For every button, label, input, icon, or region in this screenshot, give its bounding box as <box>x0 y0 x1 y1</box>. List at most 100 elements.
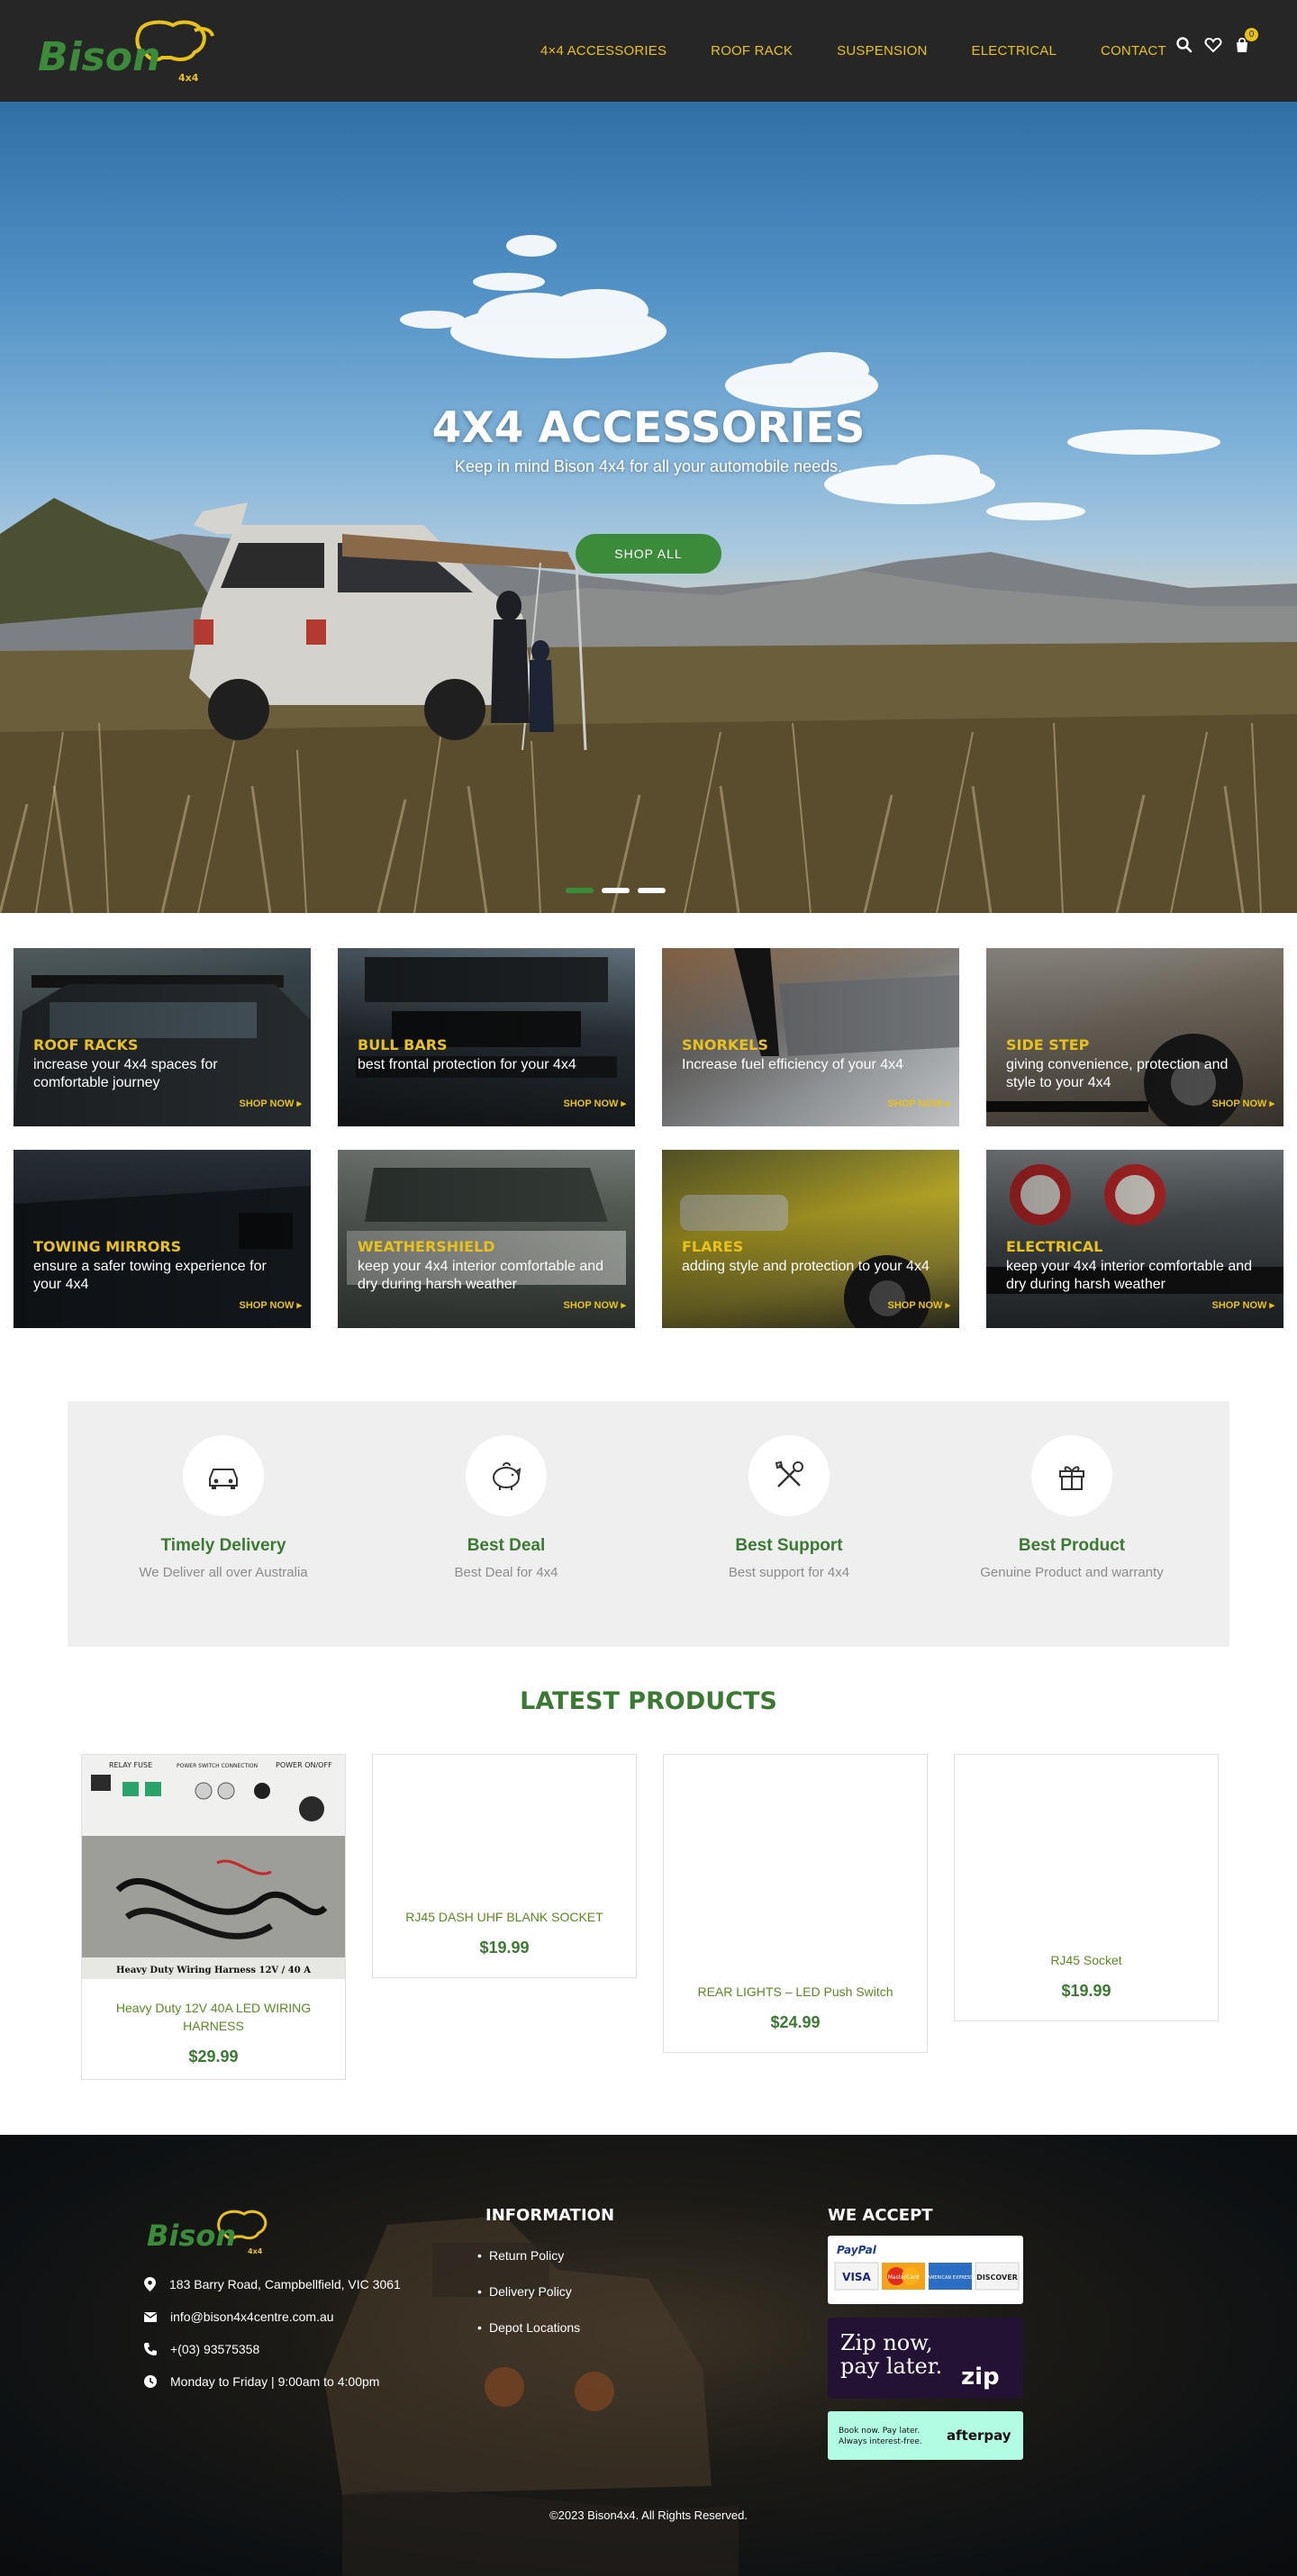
shop-now-link[interactable]: SHOP NOW ▸ <box>240 1299 303 1311</box>
phone-icon <box>144 2343 157 2355</box>
nav-electrical[interactable]: ELECTRICAL <box>972 43 1057 59</box>
category-roof-racks[interactable]: ROOF RACKS increase your 4x4 spaces for … <box>14 948 311 1126</box>
image-label-onoff: POWER ON/OFF <box>276 1761 332 1769</box>
product-price: $19.99 <box>479 1939 530 1957</box>
category-title: SIDE STEP <box>1006 1036 1090 1053</box>
slider-dots <box>566 888 666 893</box>
discover-text: DISCOVER <box>976 2273 1018 2282</box>
feature-timely-delivery: Timely Delivery We Deliver all over Aust… <box>111 1435 336 1580</box>
feature-best-support: Best Support Best support for 4x4 <box>676 1435 902 1580</box>
hero-title: 4X4 ACCESSORIES <box>431 403 866 453</box>
product-image: RELAY FUSE POWER SWITCH CONNECTION POWER… <box>82 1755 345 1979</box>
feature-best-product: Best Product Genuine Product and warrant… <box>959 1435 1184 1580</box>
svg-text:4x4: 4x4 <box>178 72 199 84</box>
hours-text: Monday to Friday | 9:00am to 4:00pm <box>170 2374 380 2389</box>
feature-subtitle: Best support for 4x4 <box>728 1565 850 1580</box>
product-name[interactable]: REAR LIGHTS – LED Push Switch <box>664 1983 927 2001</box>
hero-background-image <box>0 235 1297 913</box>
features-strip: Timely Delivery We Deliver all over Aust… <box>68 1401 1229 1647</box>
product-card[interactable]: REAR LIGHTS – LED Push Switch $24.99 <box>663 1754 928 2053</box>
footer-link-depot-locations[interactable]: Depot Locations <box>477 2320 580 2335</box>
cart-button[interactable]: 0 <box>1233 28 1258 54</box>
shop-all-button[interactable]: SHOP ALL <box>576 534 721 574</box>
cart-count-badge: 0 <box>1245 28 1258 41</box>
copyright-text: ©2023 Bison4x4. All Rights Reserved. <box>549 2508 748 2522</box>
phone-text[interactable]: +(03) 93575358 <box>170 2342 259 2356</box>
shop-now-link[interactable]: SHOP NOW ▸ <box>1212 1098 1275 1109</box>
category-title: ROOF RACKS <box>33 1036 139 1053</box>
svg-text:4x4: 4x4 <box>248 2247 263 2255</box>
category-electrical[interactable]: ELECTRICAL keep your 4x4 interior comfor… <box>986 1150 1283 1328</box>
category-desc: best frontal protection for your 4x4 <box>358 1057 576 1072</box>
category-flares[interactable]: FLARES adding style and protection to yo… <box>662 1150 959 1328</box>
main-nav: 4×4 ACCESSORIES ROOF RACK SUSPENSION ELE… <box>540 0 1211 102</box>
shop-now-link[interactable]: SHOP NOW ▸ <box>888 1098 951 1109</box>
map-pin-icon <box>144 2277 156 2291</box>
image-label-power: POWER SWITCH CONNECTION <box>177 1763 258 1769</box>
category-title: TOWING MIRRORS <box>33 1238 182 1255</box>
nav-suspension[interactable]: SUSPENSION <box>837 43 927 59</box>
product-name[interactable]: RJ45 Socket <box>955 1951 1218 1969</box>
feature-icon-circle <box>466 1435 547 1516</box>
site-footer: Bison 4x4 183 Barry Road, Campbellfield,… <box>0 2135 1297 2576</box>
search-icon[interactable] <box>1175 36 1193 54</box>
shop-now-link[interactable]: SHOP NOW ▸ <box>888 1299 951 1311</box>
feature-subtitle: Best Deal for 4x4 <box>454 1565 558 1580</box>
heart-icon[interactable] <box>1204 36 1222 54</box>
category-desc: increase your 4x4 spaces for comfortable… <box>33 1057 218 1090</box>
footer-address: 183 Barry Road, Campbellfield, VIC 3061 <box>144 2277 401 2291</box>
visa-text: VISA <box>842 2271 871 2283</box>
product-name[interactable]: Heavy Duty 12V 40A LED WIRING HARNESS <box>82 1999 345 2035</box>
category-title: SNORKELS <box>682 1036 768 1053</box>
category-side-step[interactable]: SIDE STEP giving convenience, protection… <box>986 948 1283 1126</box>
footer-bison-logo[interactable]: Bison 4x4 <box>147 2209 282 2257</box>
shop-now-link[interactable]: SHOP NOW ▸ <box>240 1098 303 1109</box>
feature-title: Best Product <box>1018 1536 1126 1555</box>
category-bull-bars[interactable]: BULL BARS best frontal protection for yo… <box>338 948 635 1126</box>
afterpay-line-2: Always interest-free. <box>839 2437 922 2446</box>
category-title: WEATHERSHIELD <box>358 1238 495 1255</box>
product-price: $24.99 <box>770 2013 821 2031</box>
feature-icon-circle <box>748 1435 830 1516</box>
shop-now-link[interactable]: SHOP NOW ▸ <box>1212 1299 1275 1311</box>
image-label-relay: RELAY FUSE <box>109 1761 152 1769</box>
category-towing-mirrors[interactable]: TOWING MIRRORS ensure a safer towing exp… <box>14 1150 311 1328</box>
bison-logo[interactable]: Bison 4x4 <box>36 18 227 86</box>
footer-phone[interactable]: +(03) 93575358 <box>144 2342 259 2356</box>
slider-dot-1[interactable] <box>566 888 594 893</box>
product-card[interactable]: RJ45 Socket $19.99 <box>954 1754 1219 2021</box>
car-icon <box>209 1469 238 1489</box>
mastercard-text: MasterCard <box>888 2274 920 2281</box>
product-name[interactable]: RJ45 DASH UHF BLANK SOCKET <box>373 1908 636 1926</box>
envelope-icon <box>144 2311 157 2322</box>
product-card[interactable]: RELAY FUSE POWER SWITCH CONNECTION POWER… <box>81 1754 346 2080</box>
feature-best-deal: Best Deal Best Deal for 4x4 <box>394 1435 619 1580</box>
svg-text:Bison: Bison <box>147 2219 236 2253</box>
category-weathershield[interactable]: WEATHERSHIELD keep your 4x4 interior com… <box>338 1150 635 1328</box>
zip-brand: zip <box>961 2364 1000 2391</box>
product-card[interactable]: RJ45 DASH UHF BLANK SOCKET $19.99 <box>372 1754 637 1978</box>
piggy-bank-icon <box>493 1462 522 1490</box>
footer-link-return-policy[interactable]: Return Policy <box>477 2248 564 2263</box>
category-snorkels[interactable]: SNORKELS Increase fuel efficiency of you… <box>662 948 959 1126</box>
hero-subtitle: Keep in mind Bison 4x4 for all your auto… <box>454 457 843 475</box>
afterpay-brand: afterpay <box>947 2427 1011 2444</box>
shop-now-link[interactable]: SHOP NOW ▸ <box>564 1299 627 1311</box>
shop-now-link[interactable]: SHOP NOW ▸ <box>564 1098 627 1109</box>
site-header: Bison 4x4 4×4 ACCESSORIES ROOF RACK SUSP… <box>0 0 1297 102</box>
footer-email[interactable]: info@bison4x4centre.com.au <box>144 2309 334 2324</box>
category-desc: Increase fuel efficiency of your 4x4 <box>682 1057 904 1072</box>
product-image-placeholder <box>955 1755 1218 1951</box>
nav-roof-rack[interactable]: ROOF RACK <box>711 43 793 59</box>
header-icons: 0 <box>1175 28 1258 54</box>
afterpay-line-1: Book now. Pay later. <box>839 2427 920 2436</box>
nav-accessories[interactable]: 4×4 ACCESSORIES <box>540 43 667 59</box>
slider-dot-2[interactable] <box>602 888 630 893</box>
nav-contact[interactable]: CONTACT <box>1101 43 1166 59</box>
email-text[interactable]: info@bison4x4centre.com.au <box>170 2309 334 2324</box>
paypal-cards-badge: PayPal VISA MasterCard AMERICAN EXPRESS … <box>828 2236 1023 2304</box>
footer-link-delivery-policy[interactable]: Delivery Policy <box>477 2284 572 2299</box>
latest-products-title: LATEST PRODUCTS <box>520 1687 777 1715</box>
slider-dot-3[interactable] <box>638 888 666 893</box>
we-accept-heading: WE ACCEPT <box>828 2206 933 2225</box>
